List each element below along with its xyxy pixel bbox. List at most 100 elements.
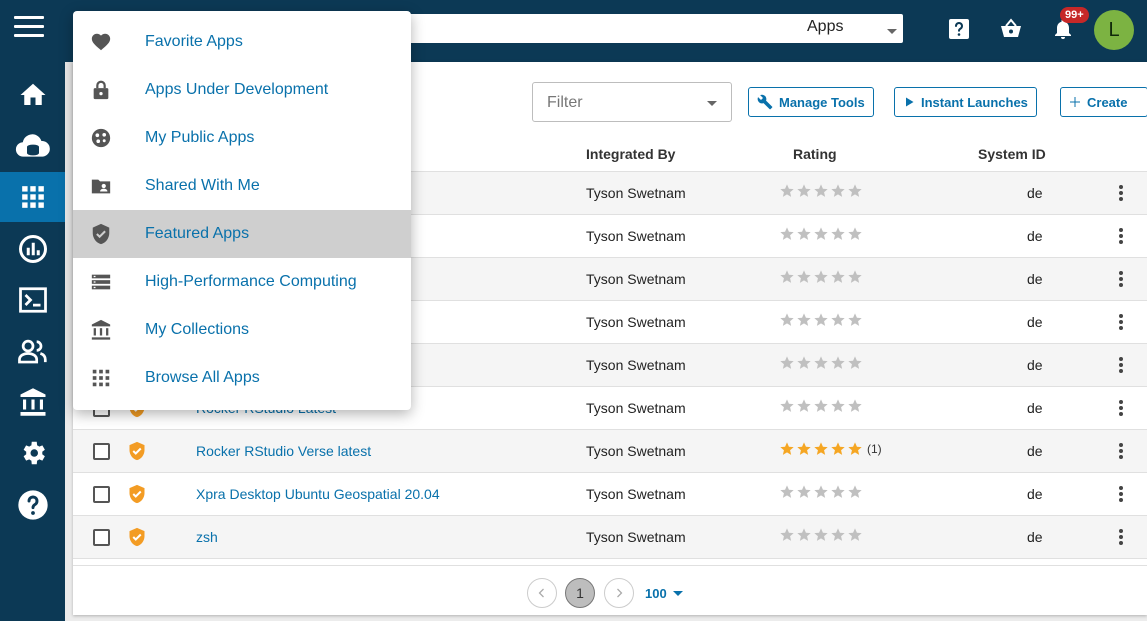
star-icon[interactable] bbox=[813, 484, 829, 500]
star-icon[interactable] bbox=[813, 312, 829, 328]
nav-vice[interactable] bbox=[0, 275, 65, 325]
star-icon[interactable] bbox=[847, 441, 863, 457]
app-name-link[interactable]: zsh bbox=[196, 529, 218, 545]
row-checkbox[interactable] bbox=[93, 443, 110, 460]
star-icon[interactable] bbox=[830, 312, 846, 328]
star-icon[interactable] bbox=[830, 484, 846, 500]
nav-home[interactable] bbox=[0, 70, 65, 120]
star-icon[interactable] bbox=[847, 527, 863, 543]
more-vert-icon[interactable] bbox=[1117, 312, 1125, 332]
basket-icon[interactable] bbox=[999, 17, 1023, 41]
prev-page-button[interactable] bbox=[527, 578, 557, 608]
menu-item-favorite-apps[interactable]: Favorite Apps bbox=[73, 18, 411, 66]
star-icon[interactable] bbox=[796, 527, 812, 543]
star-icon[interactable] bbox=[830, 441, 846, 457]
help-icon[interactable] bbox=[947, 17, 971, 41]
star-icon[interactable] bbox=[813, 183, 829, 199]
more-vert-icon[interactable] bbox=[1117, 527, 1125, 547]
star-icon[interactable] bbox=[813, 226, 829, 242]
star-icon[interactable] bbox=[813, 398, 829, 414]
star-icon[interactable] bbox=[847, 312, 863, 328]
create-button[interactable]: Create bbox=[1060, 87, 1147, 117]
menu-item-shared-with-me[interactable]: Shared With Me bbox=[73, 162, 411, 210]
star-icon[interactable] bbox=[796, 269, 812, 285]
nav-collections[interactable] bbox=[0, 377, 65, 427]
row-checkbox[interactable] bbox=[93, 529, 110, 546]
menu-item-browse-all-apps[interactable]: Browse All Apps bbox=[73, 354, 411, 402]
star-icon[interactable] bbox=[830, 527, 846, 543]
star-icon[interactable] bbox=[779, 484, 795, 500]
star-icon[interactable] bbox=[796, 226, 812, 242]
menu-item-my-collections[interactable]: My Collections bbox=[73, 306, 411, 354]
rating-stars[interactable]: (1) bbox=[779, 441, 882, 457]
more-vert-icon[interactable] bbox=[1117, 484, 1125, 504]
nav-teams[interactable] bbox=[0, 326, 65, 376]
star-icon[interactable] bbox=[847, 226, 863, 242]
star-icon[interactable] bbox=[847, 269, 863, 285]
app-name-link[interactable]: Rocker RStudio Verse latest bbox=[196, 443, 371, 459]
next-page-button[interactable] bbox=[604, 578, 634, 608]
star-icon[interactable] bbox=[796, 355, 812, 371]
menu-item-apps-under-development[interactable]: Apps Under Development bbox=[73, 66, 411, 114]
star-icon[interactable] bbox=[830, 355, 846, 371]
rating-stars[interactable] bbox=[779, 527, 867, 543]
star-icon[interactable] bbox=[796, 398, 812, 414]
table-row[interactable]: Rocker RStudio Verse latest Tyson Swetnam… bbox=[73, 430, 1147, 473]
rating-stars[interactable] bbox=[779, 183, 867, 199]
table-row[interactable]: zsh Tyson Swetnam de bbox=[73, 516, 1147, 559]
star-icon[interactable] bbox=[830, 183, 846, 199]
rating-stars[interactable] bbox=[779, 226, 867, 242]
star-icon[interactable] bbox=[779, 312, 795, 328]
table-row[interactable]: Xpra Desktop Ubuntu Geospatial 20.04 Tyso… bbox=[73, 473, 1147, 516]
star-icon[interactable] bbox=[847, 484, 863, 500]
menu-item-featured-apps[interactable]: Featured Apps bbox=[73, 210, 411, 258]
current-page-button[interactable]: 1 bbox=[565, 578, 595, 608]
nav-help[interactable] bbox=[0, 480, 65, 530]
nav-analyses[interactable] bbox=[0, 224, 65, 274]
star-icon[interactable] bbox=[796, 312, 812, 328]
rating-stars[interactable] bbox=[779, 312, 867, 328]
menu-hamburger-icon[interactable] bbox=[14, 16, 44, 40]
star-icon[interactable] bbox=[796, 441, 812, 457]
menu-item-high-performance-computing[interactable]: High-Performance Computing bbox=[73, 258, 411, 306]
star-icon[interactable] bbox=[796, 484, 812, 500]
row-checkbox[interactable] bbox=[93, 486, 110, 503]
menu-item-my-public-apps[interactable]: My Public Apps bbox=[73, 114, 411, 162]
star-icon[interactable] bbox=[779, 183, 795, 199]
star-icon[interactable] bbox=[779, 226, 795, 242]
instant-launches-button[interactable]: Instant Launches bbox=[894, 87, 1037, 117]
star-icon[interactable] bbox=[779, 269, 795, 285]
rating-stars[interactable] bbox=[779, 484, 867, 500]
star-icon[interactable] bbox=[847, 355, 863, 371]
star-icon[interactable] bbox=[847, 398, 863, 414]
star-icon[interactable] bbox=[830, 226, 846, 242]
star-icon[interactable] bbox=[813, 355, 829, 371]
page-size-select[interactable]: 100 bbox=[645, 586, 683, 601]
star-icon[interactable] bbox=[830, 269, 846, 285]
star-icon[interactable] bbox=[779, 441, 795, 457]
user-avatar[interactable]: L bbox=[1094, 10, 1134, 50]
nav-data[interactable] bbox=[0, 122, 65, 172]
column-header-system-id[interactable]: System ID bbox=[978, 146, 1046, 162]
more-vert-icon[interactable] bbox=[1117, 441, 1125, 461]
star-icon[interactable] bbox=[813, 527, 829, 543]
star-icon[interactable] bbox=[779, 398, 795, 414]
star-icon[interactable] bbox=[779, 527, 795, 543]
rating-stars[interactable] bbox=[779, 269, 867, 285]
search-scope-select[interactable]: Apps bbox=[807, 18, 897, 36]
more-vert-icon[interactable] bbox=[1117, 398, 1125, 418]
more-vert-icon[interactable] bbox=[1117, 226, 1125, 246]
star-icon[interactable] bbox=[813, 269, 829, 285]
star-icon[interactable] bbox=[779, 355, 795, 371]
star-icon[interactable] bbox=[830, 398, 846, 414]
app-name-link[interactable]: Xpra Desktop Ubuntu Geospatial 20.04 bbox=[196, 486, 440, 502]
more-vert-icon[interactable] bbox=[1117, 269, 1125, 289]
star-icon[interactable] bbox=[796, 183, 812, 199]
column-header-integrated-by[interactable]: Integrated By bbox=[586, 146, 675, 162]
nav-settings[interactable] bbox=[0, 428, 65, 478]
column-header-rating[interactable]: Rating bbox=[793, 146, 837, 162]
nav-apps[interactable] bbox=[0, 172, 65, 222]
global-search-input[interactable]: Apps bbox=[405, 14, 903, 43]
rating-stars[interactable] bbox=[779, 355, 867, 371]
more-vert-icon[interactable] bbox=[1117, 355, 1125, 375]
